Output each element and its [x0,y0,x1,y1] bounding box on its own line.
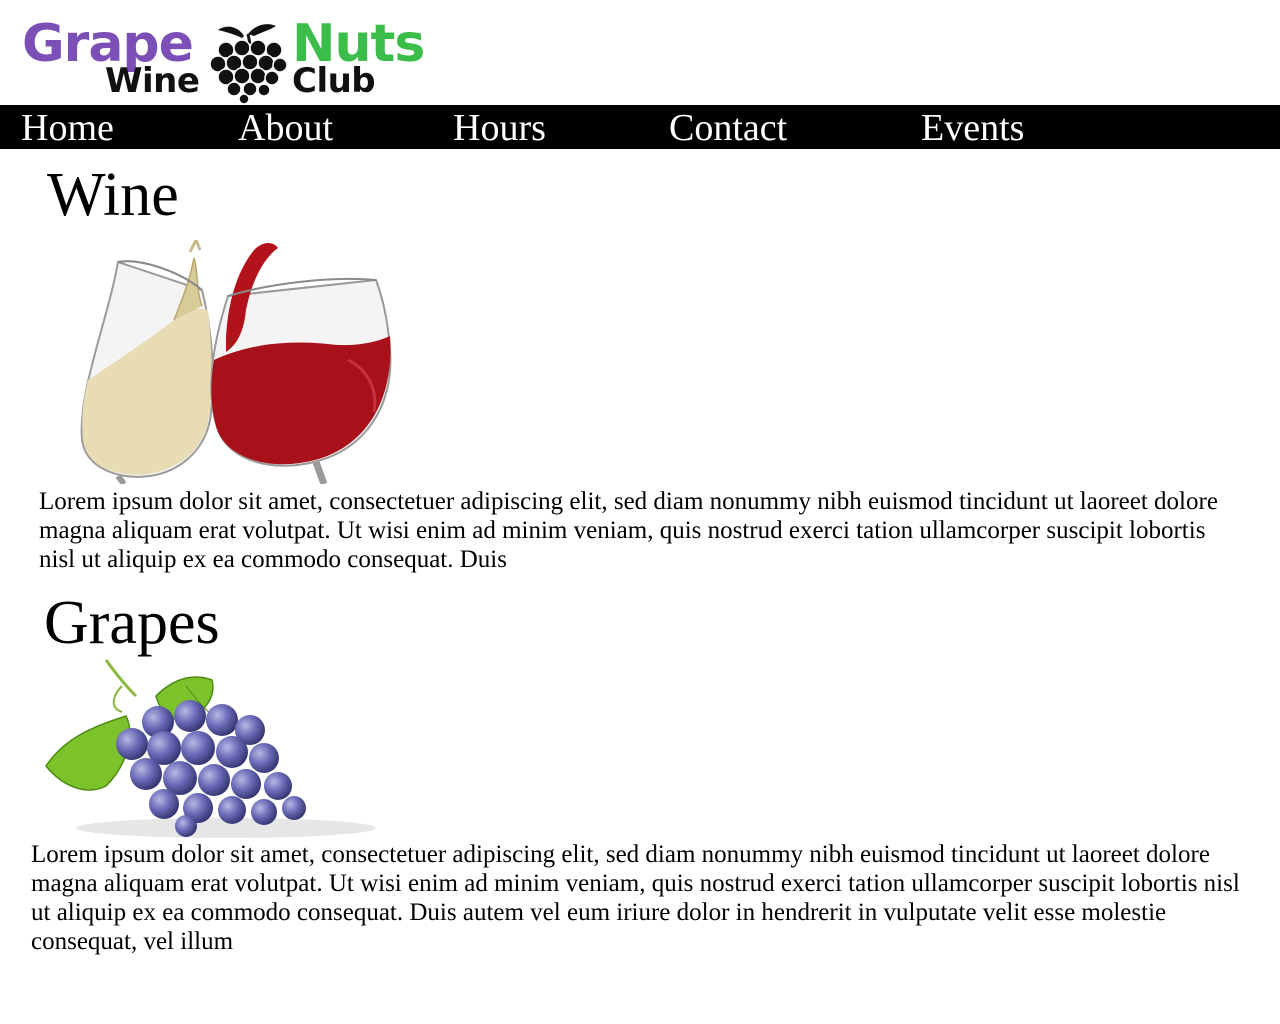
section-body-grapes: Lorem ipsum dolor sit amet, consectetuer… [31,841,1240,955]
logo-word-wine: Wine [105,61,200,101]
grape-cluster-icon [209,24,288,104]
section-title-grapes: Grapes [44,589,220,657]
main-nav: Home About Hours Contact Events [0,105,1280,149]
section-body-wine: Lorem ipsum dolor sit amet, consectetuer… [39,488,1218,573]
section-title-wine: Wine [47,161,179,229]
page: Grape Nuts Wine Club Home About Hours Co… [0,0,1280,1024]
nav-item-contact[interactable]: Contact [669,106,787,150]
logo-word-club: Club [292,61,376,101]
site-logo[interactable]: Grape Nuts Wine Club [20,16,430,104]
nav-item-events[interactable]: Events [921,106,1024,150]
wine-glasses-toast-image [80,240,392,484]
nav-item-hours[interactable]: Hours [453,106,546,150]
nav-item-home[interactable]: Home [21,106,114,150]
nav-item-about[interactable]: About [238,106,333,150]
grape-bunch-image [45,659,376,838]
